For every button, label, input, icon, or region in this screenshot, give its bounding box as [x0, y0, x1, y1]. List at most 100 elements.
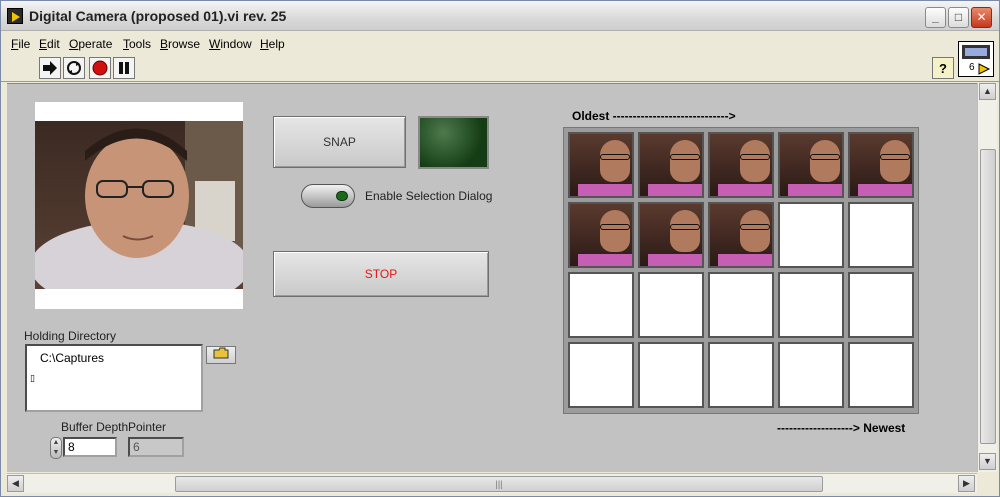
oldest-label: Oldest -----------------------------> — [572, 109, 736, 123]
thumbnail-glasses — [600, 154, 630, 160]
vertical-scroll-thumb[interactable] — [980, 149, 996, 444]
title-bar[interactable]: Digital Camera (proposed 01).vi rev. 25 … — [1, 1, 999, 31]
run-arrow-icon — [43, 61, 57, 75]
snap-button[interactable]: SNAP — [273, 116, 406, 168]
abort-button[interactable] — [89, 57, 111, 79]
horizontal-scroll-thumb[interactable]: ||| — [175, 476, 823, 492]
gallery-empty-slot[interactable] — [848, 202, 914, 268]
thumbnail-face — [740, 210, 770, 252]
thumbnail-shirt — [718, 254, 772, 266]
vertical-scrollbar[interactable]: ▲ ▼ — [977, 83, 997, 472]
gallery-empty-slot[interactable] — [778, 272, 844, 338]
path-indicator-icon: ▯ — [30, 373, 35, 383]
thumbnail-glasses — [740, 154, 770, 160]
gallery-thumbnail[interactable] — [638, 202, 704, 268]
gallery-thumbnail[interactable] — [778, 132, 844, 198]
thumbnail-shirt — [578, 184, 632, 196]
folder-icon — [213, 347, 229, 359]
menu-browse[interactable]: Browse — [160, 37, 200, 51]
holding-directory-label: Holding Directory — [24, 329, 117, 343]
gallery-empty-slot[interactable] — [638, 272, 704, 338]
camera-vi-icon — [962, 45, 991, 75]
gallery-empty-slot[interactable] — [708, 272, 774, 338]
buffer-depth-input[interactable]: 8 — [63, 437, 117, 457]
context-help-button[interactable]: ? — [932, 57, 954, 79]
thumbnail-shirt — [718, 184, 772, 196]
thumbnail-glasses — [880, 154, 910, 160]
vi-icon-number: 6 — [969, 62, 975, 73]
gallery-thumbnail[interactable] — [568, 132, 634, 198]
pause-icon — [119, 62, 129, 74]
horizontal-scrollbar[interactable]: ◀ ||| ▶ — [7, 473, 977, 493]
menu-window[interactable]: Window — [209, 37, 252, 51]
abort-icon — [92, 60, 108, 76]
gallery-empty-slot[interactable] — [708, 342, 774, 408]
thumbnail-shirt — [788, 184, 842, 196]
minimize-button[interactable]: _ — [925, 7, 946, 28]
browse-folder-button[interactable] — [206, 346, 236, 364]
thumbnail-glasses — [810, 154, 840, 160]
window-title: Digital Camera (proposed 01).vi rev. 25 — [29, 8, 287, 24]
gallery-thumbnail[interactable] — [638, 132, 704, 198]
thumbnail-face — [810, 140, 840, 182]
pointer-label: Pointer — [128, 420, 167, 434]
gallery-empty-slot[interactable] — [778, 342, 844, 408]
gallery-empty-slot[interactable] — [638, 342, 704, 408]
scroll-right-arrow[interactable]: ▶ — [958, 475, 975, 492]
pause-button[interactable] — [113, 57, 135, 79]
menu-operate[interactable]: Operate — [69, 37, 112, 51]
menu-tools[interactable]: Tools — [123, 37, 151, 51]
gallery-empty-slot[interactable] — [848, 272, 914, 338]
holding-directory-value: C:\Captures — [40, 351, 105, 365]
gallery-thumbnail[interactable] — [848, 132, 914, 198]
thumbnail-face — [880, 140, 910, 182]
camera-photo — [35, 121, 243, 289]
run-continuously-icon — [67, 61, 81, 75]
scroll-left-arrow[interactable]: ◀ — [7, 475, 24, 492]
holding-directory-field[interactable]: C:\Captures ▯ — [25, 344, 203, 412]
close-button[interactable]: ✕ — [971, 7, 992, 28]
toolbar: ? — [1, 54, 999, 82]
thumbnail-face — [670, 210, 700, 252]
thumbnail-glasses — [670, 224, 700, 230]
gallery-empty-slot[interactable] — [848, 342, 914, 408]
gallery-empty-slot[interactable] — [568, 272, 634, 338]
vi-connector-icon[interactable]: 6 — [958, 41, 994, 77]
thumbnail-face — [600, 210, 630, 252]
buffer-depth-spinner[interactable]: ▲ ▼ — [50, 437, 62, 459]
maximize-button[interactable]: □ — [948, 7, 969, 28]
thumbnail-glasses — [600, 224, 630, 230]
labview-vi-icon — [7, 8, 23, 24]
gallery-thumbnail[interactable] — [708, 202, 774, 268]
scroll-down-arrow[interactable]: ▼ — [979, 453, 996, 470]
person-photo-image — [35, 121, 243, 289]
enable-selection-toggle[interactable] — [301, 184, 355, 208]
stop-button[interactable]: STOP — [273, 251, 489, 297]
buffer-depth-label: Buffer Depth — [61, 420, 129, 434]
image-buffer-grid — [563, 127, 919, 414]
labview-window: Digital Camera (proposed 01).vi rev. 25 … — [0, 0, 1000, 497]
thumbnail-face — [740, 140, 770, 182]
thumbnail-shirt — [858, 184, 912, 196]
gallery-empty-slot[interactable] — [778, 202, 844, 268]
enable-selection-label: Enable Selection Dialog — [365, 189, 493, 203]
menu-edit[interactable]: Edit — [39, 37, 60, 51]
gallery-thumbnail[interactable] — [568, 202, 634, 268]
thumbnail-face — [600, 140, 630, 182]
gallery-thumbnail[interactable] — [708, 132, 774, 198]
toggle-knob — [336, 191, 348, 201]
run-button[interactable] — [39, 57, 61, 79]
thumbnail-shirt — [648, 184, 702, 196]
run-continuously-button[interactable] — [63, 57, 85, 79]
pointer-indicator: 6 — [128, 437, 184, 457]
camera-image-display — [35, 102, 243, 309]
thumbnail-shirt — [648, 254, 702, 266]
thumbnail-glasses — [670, 154, 700, 160]
menu-file[interactable]: File — [11, 37, 30, 51]
thumbnail-shirt — [578, 254, 632, 266]
status-led — [418, 116, 489, 169]
newest-label: -------------------> Newest — [777, 421, 906, 435]
gallery-empty-slot[interactable] — [568, 342, 634, 408]
scroll-up-arrow[interactable]: ▲ — [979, 83, 996, 100]
menu-help[interactable]: Help — [260, 37, 285, 51]
